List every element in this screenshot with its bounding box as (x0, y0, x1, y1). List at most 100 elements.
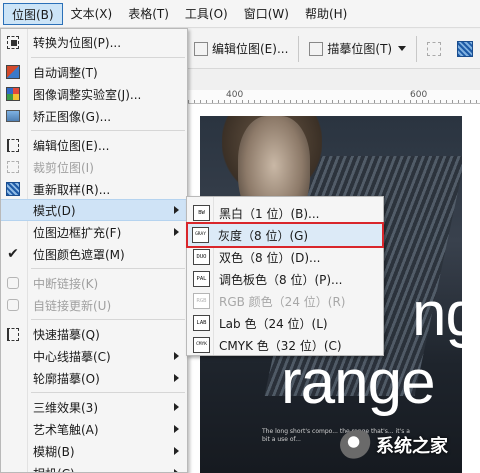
menu-item-auto-adjust[interactable]: 自动调整(T) (1, 61, 187, 83)
image-headline-range: range (281, 348, 436, 417)
mode-submenu: BW 黑白（1 位）(B)... GRAY 灰度（8 位）(G) DUO 双色（… (186, 196, 384, 356)
property-toolbar: 编辑位图(E)... 描摹位图(T) (188, 29, 480, 69)
menu-separator (31, 130, 185, 131)
menu-separator (31, 392, 185, 393)
menu-item-label: 转换为位图(P)... (33, 35, 122, 50)
crop-icon (427, 41, 442, 56)
edit-bitmap-tool-button[interactable]: 编辑位图(E)... (188, 35, 294, 63)
rgb-mode-icon: RGB (193, 293, 210, 309)
submenu-item-label: CMYK 色（32 位）(C) (219, 338, 342, 353)
menu-window[interactable]: 窗口(W) (236, 3, 297, 25)
submenu-item-label: 黑白（1 位）(B)... (219, 206, 320, 221)
menu-item-label: 编辑位图(E)... (33, 138, 110, 153)
submenu-arrow-icon (174, 352, 179, 360)
menu-item-image-adjustment-lab[interactable]: 图像调整实验室(J)... (1, 83, 187, 105)
toolbar-divider (416, 35, 418, 62)
cmyk-mode-icon: CMYK (193, 337, 210, 353)
menu-item-mode[interactable]: 模式(D) (1, 199, 187, 221)
submenu-item-label: 调色板色（8 位）(P)... (219, 272, 343, 287)
quick-trace-icon (7, 327, 19, 341)
submenu-item-label: Lab 色（24 位）(L) (219, 316, 328, 331)
submenu-item-label: 灰度（8 位）(G) (218, 228, 309, 243)
menu-item-blur[interactable]: 模糊(B) (1, 440, 187, 462)
menu-item-break-link: 中断链接(K) (1, 272, 187, 294)
submenu-item-duotone[interactable]: DUO 双色（8 位）(D)... (189, 246, 381, 268)
menu-item-label: 模糊(B) (33, 444, 75, 459)
image-headline-ng: ng (412, 280, 480, 349)
menu-item-label: 轮廓描摹(O) (33, 371, 100, 386)
menu-tools[interactable]: 工具(O) (177, 3, 236, 25)
menu-item-bitmap-color-mask[interactable]: ✔ 位图颜色遮罩(M) (1, 243, 187, 265)
trace-bitmap-tool-button[interactable]: 描摹位图(T) (303, 35, 412, 63)
trace-bitmap-tool-label: 描摹位图(T) (327, 42, 393, 56)
paletted-mode-icon: PAL (193, 271, 210, 287)
bitmap-dropdown-menu: 转换为位图(P)... 自动调整(T) 图像调整实验室(J)... 矫正图像(G… (0, 28, 188, 473)
submenu-arrow-icon (174, 228, 179, 236)
submenu-item-label: RGB 颜色（24 位）(R) (219, 294, 346, 309)
menu-bar: 位图(B) 文本(X) 表格(T) 工具(O) 窗口(W) 帮助(H) (0, 0, 480, 28)
menu-item-edit-bitmap[interactable]: 编辑位图(E)... (1, 134, 187, 156)
image-lab-icon (6, 87, 20, 101)
submenu-item-label: 双色（8 位）(D)... (219, 250, 321, 265)
menu-table[interactable]: 表格(T) (120, 3, 177, 25)
edit-bitmap-tool-label: 编辑位图(E)... (212, 42, 289, 56)
menu-bitmap[interactable]: 位图(B) (3, 2, 63, 25)
menu-text[interactable]: 文本(X) (63, 3, 121, 25)
check-icon: ✔ (7, 246, 19, 262)
menu-item-straighten-image[interactable]: 矫正图像(G)... (1, 105, 187, 127)
grayscale-mode-icon: GRAY (192, 227, 209, 243)
menu-item-label: 裁剪位图(I) (33, 160, 94, 175)
crop-bitmap-icon (7, 161, 19, 173)
submenu-item-rgb: RGB RGB 颜色（24 位）(R) (189, 290, 381, 312)
edit-bitmap-icon (7, 138, 19, 152)
edit-bitmap-icon (194, 41, 208, 56)
submenu-item-black-white[interactable]: BW 黑白（1 位）(B)... (189, 202, 381, 224)
crop-tool-button[interactable] (421, 35, 451, 63)
menu-item-art-strokes[interactable]: 艺术笔触(A) (1, 418, 187, 440)
menu-item-update-link: 自链接更新(U) (1, 294, 187, 316)
menu-item-convert-to-bitmap[interactable]: 转换为位图(P)... (1, 31, 187, 53)
duotone-mode-icon: DUO (193, 249, 210, 265)
menu-item-label: 位图颜色遮罩(M) (33, 247, 125, 262)
menu-item-label: 自链接更新(U) (33, 298, 112, 313)
watermark-text: 系统之家 (376, 436, 448, 457)
submenu-arrow-icon (174, 403, 179, 411)
submenu-item-grayscale[interactable]: GRAY 灰度（8 位）(G) (186, 222, 384, 248)
submenu-arrow-icon (174, 469, 179, 472)
menu-item-camera[interactable]: 相机(C) (1, 462, 187, 473)
resample-tool-button[interactable] (451, 35, 479, 63)
menu-help[interactable]: 帮助(H) (297, 3, 355, 25)
submenu-arrow-icon (174, 374, 179, 382)
submenu-item-lab[interactable]: LAB Lab 色（24 位）(L) (189, 312, 381, 334)
menu-separator (31, 319, 185, 320)
menu-item-label: 自动调整(T) (33, 65, 98, 80)
menu-item-label: 重新取样(R)... (33, 182, 111, 197)
chevron-down-icon[interactable] (398, 46, 407, 51)
menu-item-resample[interactable]: 重新取样(R)... (1, 178, 187, 200)
menu-item-bitmap-border-expand[interactable]: 位图边框扩充(F) (1, 221, 187, 243)
update-link-icon (7, 299, 19, 311)
resample-icon (457, 40, 474, 57)
menu-item-label: 快速描摹(Q) (33, 327, 100, 342)
submenu-arrow-icon (174, 425, 179, 433)
submenu-arrow-icon (174, 447, 179, 455)
menu-item-centerline-trace[interactable]: 中心线描摹(C) (1, 345, 187, 367)
submenu-arrow-icon (174, 206, 179, 214)
menu-item-label: 艺术笔触(A) (33, 422, 99, 437)
menu-item-label: 中心线描摹(C) (33, 349, 111, 364)
black-white-mode-icon: BW (193, 205, 210, 221)
submenu-item-cmyk[interactable]: CMYK CMYK 色（32 位）(C) (189, 334, 381, 356)
menu-item-crop-bitmap: 裁剪位图(I) (1, 156, 187, 178)
menu-item-label: 三维效果(3) (33, 400, 98, 415)
ruler-tick-label: 400 (226, 90, 244, 100)
menu-item-3d-effects[interactable]: 三维效果(3) (1, 396, 187, 418)
menu-item-outline-trace[interactable]: 轮廓描摹(O) (1, 367, 187, 389)
menu-item-quick-trace[interactable]: 快速描摹(Q) (1, 323, 187, 345)
horizontal-ruler: 400 600 (188, 90, 480, 104)
trace-bitmap-icon (309, 41, 324, 56)
menu-item-label: 模式(D) (33, 203, 76, 218)
submenu-item-paletted[interactable]: PAL 调色板色（8 位）(P)... (189, 268, 381, 290)
menu-item-label: 图像调整实验室(J)... (33, 87, 142, 102)
menu-separator (31, 57, 185, 58)
menu-item-label: 相机(C) (33, 465, 75, 473)
